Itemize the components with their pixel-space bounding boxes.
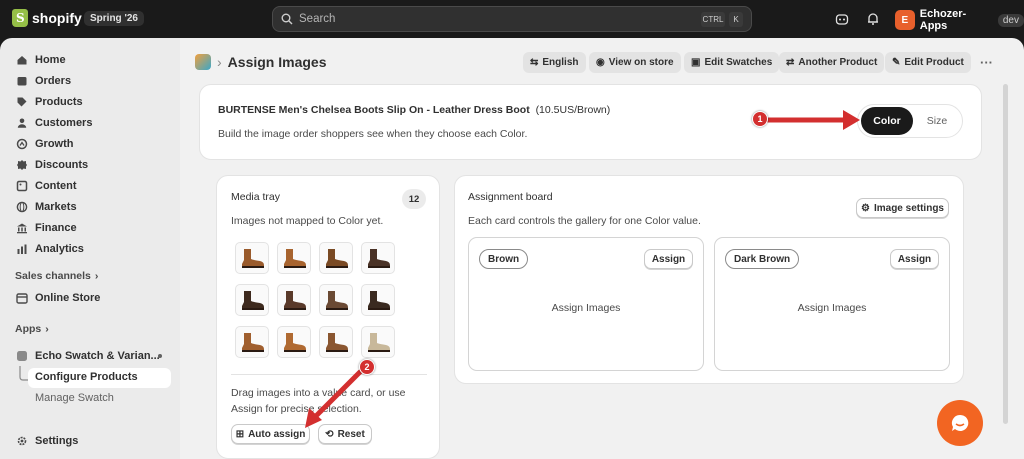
annotation-arrows [305, 110, 860, 428]
annotation-badge-1: 1 [752, 111, 768, 127]
annotation-badge-2: 2 [359, 359, 375, 375]
